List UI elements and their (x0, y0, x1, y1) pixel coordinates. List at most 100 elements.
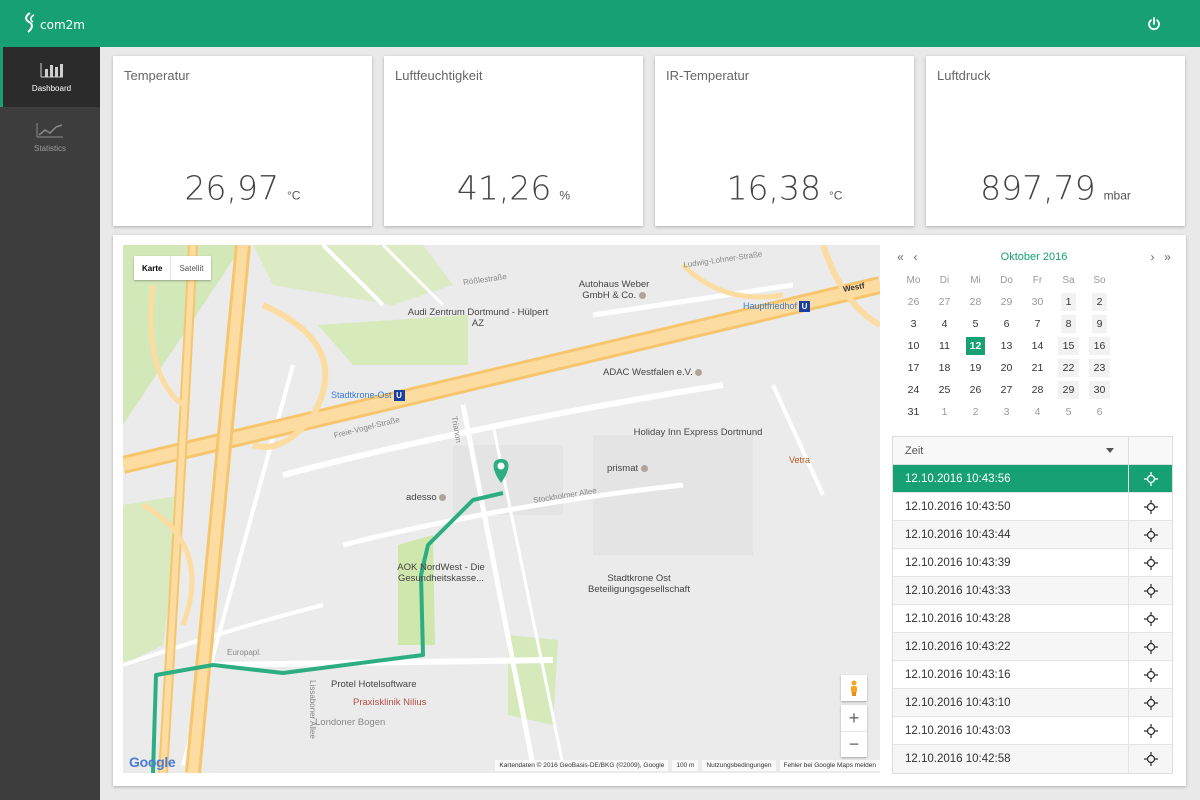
calendar-day[interactable]: 28 (960, 291, 991, 313)
locate-button[interactable] (1128, 577, 1172, 604)
locate-button[interactable] (1128, 661, 1172, 688)
calendar-day[interactable]: 12 (960, 335, 991, 357)
calendar-day[interactable]: 21 (1022, 357, 1053, 379)
calendar-day[interactable]: 24 (898, 379, 929, 401)
calendar-day[interactable]: 4 (929, 313, 960, 335)
calendar-month-label[interactable]: Oktober 2016 (923, 251, 1145, 263)
street-view-button[interactable] (841, 675, 867, 701)
map-poi[interactable]: Londoner Bogen (315, 717, 385, 728)
locate-button[interactable] (1128, 465, 1172, 492)
time-sort-header[interactable]: Zeit (893, 437, 1128, 464)
next-year-button[interactable]: » (1160, 250, 1175, 264)
map-poi[interactable]: Praxisklinik Nilius (353, 697, 426, 708)
locate-button[interactable] (1128, 605, 1172, 632)
time-row[interactable]: 12.10.2016 10:43:44 (893, 521, 1172, 549)
time-row[interactable]: 12.10.2016 10:42:58 (893, 745, 1172, 773)
map[interactable]: Karte Satellit Autohaus Weber GmbH & Co.… (123, 245, 880, 773)
calendar-day[interactable]: 5 (1053, 401, 1084, 423)
calendar-day[interactable]: 28 (1022, 379, 1053, 401)
map-type-map-button[interactable]: Karte (134, 256, 170, 280)
map-poi[interactable]: adesso (406, 492, 447, 503)
sidebar-item-statistics[interactable]: Statistics (0, 107, 100, 167)
map-terms-link[interactable]: Nutzungsbedingungen (702, 759, 776, 771)
logo[interactable]: com2m (22, 11, 85, 35)
locate-button[interactable] (1128, 717, 1172, 744)
calendar-day[interactable]: 16 (1084, 335, 1115, 357)
time-row[interactable]: 12.10.2016 10:43:56 (893, 465, 1172, 493)
map-poi[interactable]: Vetra (789, 455, 810, 465)
calendar-day[interactable]: 31 (898, 401, 929, 423)
zoom-out-button[interactable]: − (841, 731, 867, 757)
calendar-day[interactable]: 7 (1022, 313, 1053, 335)
calendar-day[interactable]: 2 (960, 401, 991, 423)
calendar-day[interactable]: 9 (1084, 313, 1115, 335)
locate-button[interactable] (1128, 549, 1172, 576)
calendar-day[interactable]: 1 (1053, 291, 1084, 313)
calendar-day[interactable]: 27 (929, 291, 960, 313)
locate-button[interactable] (1128, 521, 1172, 548)
map-poi[interactable]: Stadtkrone Ost Beteiligungsgesellschaft (559, 573, 719, 595)
map-poi[interactable]: AOK NordWest - Die Gesundheitskasse... (361, 562, 521, 584)
calendar-day[interactable]: 11 (929, 335, 960, 357)
time-row[interactable]: 12.10.2016 10:43:10 (893, 689, 1172, 717)
map-type-satellite-button[interactable]: Satellit (170, 256, 211, 280)
time-row[interactable]: 12.10.2016 10:43:50 (893, 493, 1172, 521)
calendar-day[interactable]: 26 (898, 291, 929, 313)
calendar-day[interactable]: 13 (991, 335, 1022, 357)
time-row[interactable]: 12.10.2016 10:43:39 (893, 549, 1172, 577)
calendar-day-label: 28 (969, 296, 982, 308)
map-scale[interactable]: 100 m (672, 759, 699, 771)
map-poi[interactable]: Holiday Inn Express Dortmund (633, 427, 763, 438)
map-poi[interactable]: Audi Zentrum Dortmund - Hülpert AZ (403, 307, 553, 329)
calendar-day[interactable]: 29 (991, 291, 1022, 313)
calendar-day[interactable]: 30 (1084, 379, 1115, 401)
calendar-day[interactable]: 6 (1084, 401, 1115, 423)
calendar-day[interactable]: 19 (960, 357, 991, 379)
calendar-day[interactable]: 5 (960, 313, 991, 335)
prev-month-button[interactable]: ‹ (908, 250, 923, 264)
calendar-day[interactable]: 30 (1022, 291, 1053, 313)
calendar-day[interactable]: 2 (1084, 291, 1115, 313)
calendar-day[interactable]: 25 (929, 379, 960, 401)
calendar-day-label: 22 (1057, 359, 1080, 377)
map-report-link[interactable]: Fehler bei Google Maps melden (779, 759, 880, 771)
map-poi[interactable]: Protel Hotelsoftware (331, 679, 417, 690)
locate-button[interactable] (1128, 493, 1172, 520)
time-row[interactable]: 12.10.2016 10:43:03 (893, 717, 1172, 745)
locate-button[interactable] (1128, 689, 1172, 716)
map-poi[interactable]: Autohaus Weber GmbH & Co. (571, 279, 657, 301)
calendar-day[interactable]: 17 (898, 357, 929, 379)
calendar-day[interactable]: 3 (898, 313, 929, 335)
calendar-day[interactable]: 27 (991, 379, 1022, 401)
calendar-day[interactable]: 23 (1084, 357, 1115, 379)
zoom-in-button[interactable]: + (841, 705, 867, 731)
calendar-day[interactable]: 18 (929, 357, 960, 379)
map-station[interactable]: Stadtkrone-Ost U (331, 390, 405, 402)
map-station[interactable]: Hauptfriedhof U (743, 301, 811, 313)
time-row[interactable]: 12.10.2016 10:43:33 (893, 577, 1172, 605)
sidebar-item-dashboard[interactable]: Dashboard (0, 47, 100, 107)
map-poi[interactable]: prismat (607, 463, 648, 474)
prev-year-button[interactable]: « (893, 250, 908, 264)
calendar-day[interactable]: 6 (991, 313, 1022, 335)
locate-button[interactable] (1128, 633, 1172, 660)
calendar-day[interactable]: 20 (991, 357, 1022, 379)
card-title: Luftfeuchtigkeit (395, 68, 483, 83)
calendar-day[interactable]: 10 (898, 335, 929, 357)
time-row[interactable]: 12.10.2016 10:43:16 (893, 661, 1172, 689)
calendar-day[interactable]: 26 (960, 379, 991, 401)
next-month-button[interactable]: › (1145, 250, 1160, 264)
calendar-day[interactable]: 4 (1022, 401, 1053, 423)
calendar-day[interactable]: 8 (1053, 313, 1084, 335)
time-row[interactable]: 12.10.2016 10:43:22 (893, 633, 1172, 661)
calendar-day[interactable]: 3 (991, 401, 1022, 423)
calendar-day[interactable]: 14 (1022, 335, 1053, 357)
calendar-day[interactable]: 1 (929, 401, 960, 423)
calendar-day[interactable]: 29 (1053, 379, 1084, 401)
power-button[interactable] (1141, 11, 1167, 37)
time-row[interactable]: 12.10.2016 10:43:28 (893, 605, 1172, 633)
calendar-day[interactable]: 22 (1053, 357, 1084, 379)
calendar-day[interactable]: 15 (1053, 335, 1084, 357)
locate-button[interactable] (1128, 745, 1172, 773)
map-poi[interactable]: ADAC Westfalen e.V. (603, 367, 703, 378)
